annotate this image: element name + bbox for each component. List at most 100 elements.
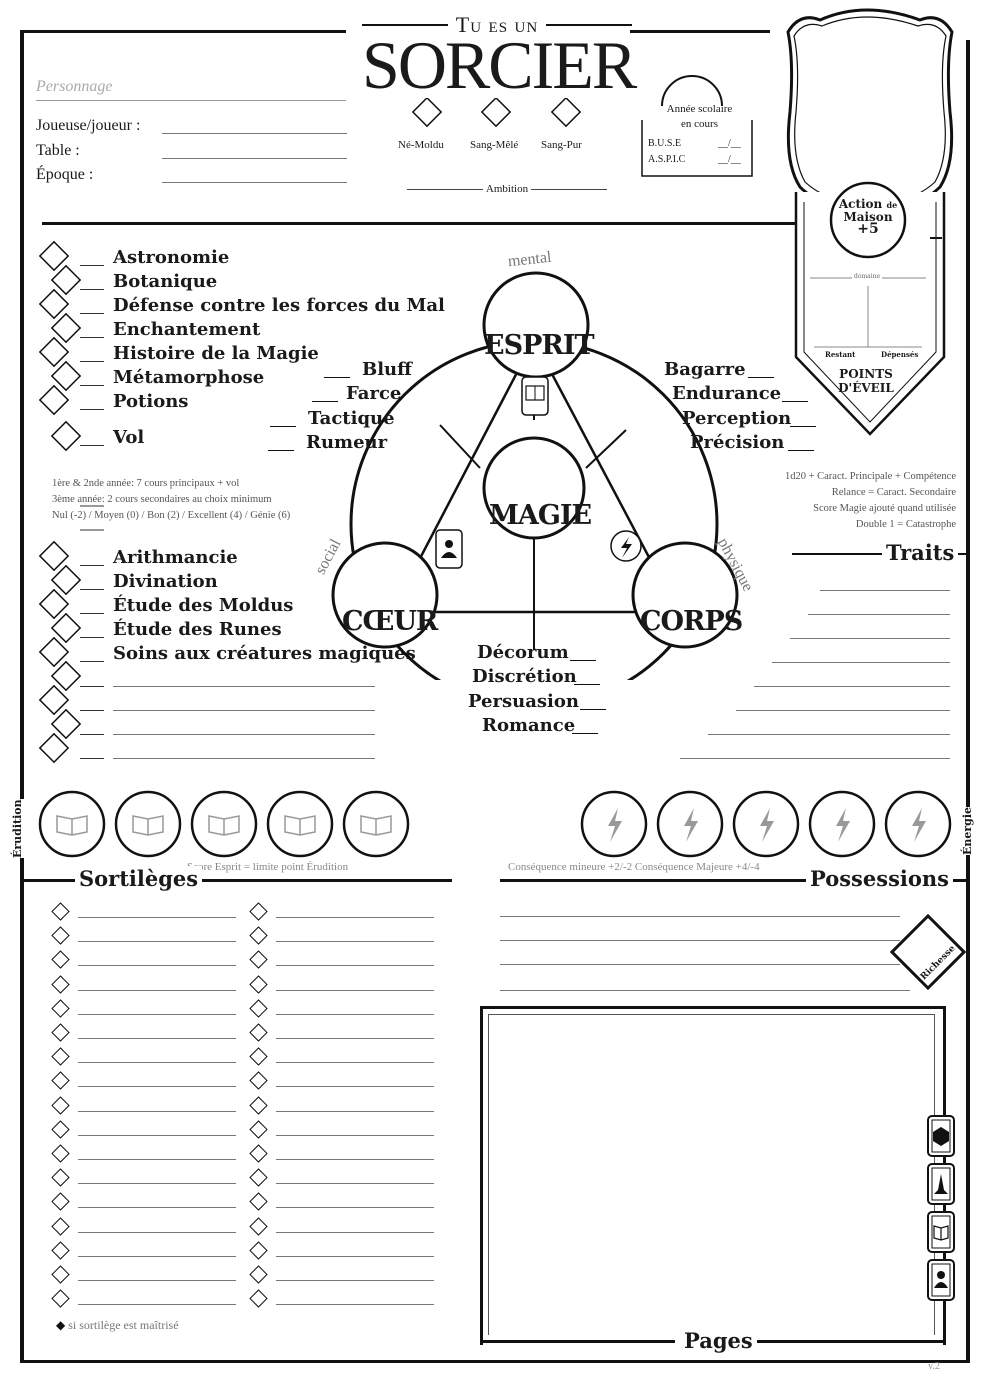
spell-checkbox-0-3[interactable] — [51, 974, 70, 994]
trait-line-2[interactable] — [790, 638, 950, 639]
trait-line-7[interactable] — [680, 758, 950, 759]
skills-corps-blank-2[interactable] — [790, 426, 816, 427]
personnage-placeholder[interactable]: Personnage — [36, 78, 112, 96]
spell-checkbox-0-7[interactable] — [51, 1071, 70, 1091]
spell-checkbox-0-4[interactable] — [51, 999, 70, 1018]
spell-line-0-7[interactable] — [78, 1086, 236, 1088]
course-grade-blank-14[interactable] — [80, 710, 104, 711]
spell-line-1-15[interactable] — [276, 1280, 434, 1281]
spell-checkbox-1-11[interactable] — [249, 1168, 268, 1187]
house-action[interactable]: Action de Maison +5 — [836, 198, 900, 236]
spell-line-0-0[interactable] — [78, 917, 236, 918]
spell-line-0-15[interactable] — [78, 1280, 236, 1281]
skills-corps-blank-1[interactable] — [782, 401, 808, 402]
course-grade-blank-4[interactable] — [80, 361, 104, 362]
trait-line-6[interactable] — [708, 734, 950, 735]
spell-line-1-14[interactable] — [276, 1255, 434, 1257]
course-extra-line-3[interactable] — [113, 758, 375, 759]
course-grade-blank-8[interactable] — [80, 565, 104, 566]
spell-line-1-10[interactable] — [276, 1159, 434, 1160]
blood-nemoldu[interactable]: Né-Moldu — [398, 139, 444, 151]
spell-line-1-13[interactable] — [276, 1231, 434, 1233]
spell-line-1-11[interactable] — [276, 1183, 434, 1185]
skills-corps-blank-0[interactable] — [748, 377, 774, 378]
skills-coeur-blank-2[interactable] — [580, 709, 606, 710]
possession-line-3[interactable] — [500, 990, 910, 991]
course-grade-blank-15[interactable] — [80, 734, 104, 735]
spell-checkbox-1-6[interactable] — [249, 1047, 268, 1066]
spell-checkbox-0-10[interactable] — [51, 1144, 70, 1163]
trait-line-4[interactable] — [754, 686, 950, 687]
attr-coeur[interactable]: CŒUR — [342, 606, 438, 637]
course-grade-blank-5[interactable] — [80, 385, 104, 386]
spell-checkbox-0-15[interactable] — [51, 1265, 70, 1284]
spell-line-1-2[interactable] — [276, 965, 434, 967]
spell-checkbox-0-14[interactable] — [51, 1241, 70, 1260]
course-extra-line-1[interactable] — [113, 710, 375, 711]
course-grade-blank-6[interactable] — [80, 409, 104, 410]
spell-line-0-13[interactable] — [78, 1231, 236, 1233]
skills-corps-blank-3[interactable] — [788, 450, 814, 451]
spell-line-0-5[interactable] — [78, 1038, 236, 1039]
spell-line-0-10[interactable] — [78, 1159, 236, 1160]
course-grade-blank-1[interactable] — [80, 289, 104, 290]
spell-checkbox-1-16[interactable] — [249, 1289, 268, 1308]
skills-coeur-blank-3[interactable] — [572, 733, 598, 734]
blood-sangpur[interactable]: Sang-Pur — [541, 139, 582, 151]
skills-esprit-blank-0[interactable] — [324, 377, 350, 378]
spell-checkbox-0-5[interactable] — [51, 1023, 70, 1042]
spell-line-0-6[interactable] — [78, 1062, 236, 1064]
spell-checkbox-0-9[interactable] — [51, 1120, 70, 1139]
spell-line-1-1[interactable] — [276, 941, 434, 943]
trait-line-1[interactable] — [808, 614, 950, 615]
spell-checkbox-0-12[interactable] — [51, 1192, 70, 1212]
spell-line-1-8[interactable] — [276, 1110, 434, 1112]
course-grade-blank-9[interactable] — [80, 589, 104, 590]
spell-line-1-4[interactable] — [276, 1013, 434, 1015]
spell-line-0-16[interactable] — [78, 1304, 236, 1306]
spell-checkbox-1-5[interactable] — [249, 1023, 268, 1042]
skills-coeur-blank-0[interactable] — [570, 660, 596, 661]
course-grade-blank-11[interactable] — [80, 637, 104, 638]
spell-checkbox-1-1[interactable] — [249, 926, 268, 945]
spell-line-0-8[interactable] — [78, 1110, 236, 1112]
spell-checkbox-0-13[interactable] — [51, 1216, 70, 1236]
skills-esprit-blank-2[interactable] — [270, 426, 296, 427]
trait-line-0[interactable] — [820, 590, 950, 591]
spell-line-1-6[interactable] — [276, 1062, 434, 1064]
spell-line-1-3[interactable] — [276, 989, 434, 991]
spell-checkbox-0-11[interactable] — [51, 1168, 70, 1187]
spell-line-0-4[interactable] — [78, 1013, 236, 1015]
spell-line-0-3[interactable] — [78, 989, 236, 991]
spell-checkbox-1-13[interactable] — [249, 1216, 268, 1236]
spell-checkbox-0-8[interactable] — [51, 1095, 70, 1115]
spell-line-1-9[interactable] — [276, 1134, 434, 1136]
spell-line-0-11[interactable] — [78, 1183, 236, 1185]
skills-coeur-blank-1[interactable] — [574, 684, 600, 685]
spell-checkbox-0-16[interactable] — [51, 1289, 70, 1308]
course-extra-line-0[interactable] — [113, 686, 375, 687]
course-grade-blank-13[interactable] — [80, 686, 104, 687]
spell-checkbox-1-15[interactable] — [249, 1265, 268, 1284]
attr-corps[interactable]: CORPS — [640, 606, 743, 637]
field-player-input[interactable] — [162, 133, 347, 134]
spell-checkbox-1-10[interactable] — [249, 1144, 268, 1163]
spell-checkbox-1-7[interactable] — [249, 1071, 268, 1091]
spell-line-0-12[interactable] — [78, 1207, 236, 1209]
course-grade-blank-12[interactable] — [80, 661, 104, 662]
trait-line-3[interactable] — [772, 662, 950, 663]
spell-checkbox-1-8[interactable] — [249, 1095, 268, 1115]
spell-checkbox-1-9[interactable] — [249, 1120, 268, 1139]
spell-checkbox-1-12[interactable] — [249, 1192, 268, 1212]
possession-line-2[interactable] — [500, 964, 900, 965]
spell-line-0-9[interactable] — [78, 1134, 236, 1136]
spell-checkbox-1-0[interactable] — [249, 902, 268, 921]
course-grade-blank-2[interactable] — [80, 313, 104, 314]
spell-checkbox-1-2[interactable] — [249, 950, 268, 970]
spell-checkbox-1-3[interactable] — [249, 974, 268, 994]
spell-checkbox-1-14[interactable] — [249, 1241, 268, 1260]
spell-checkbox-0-1[interactable] — [51, 926, 70, 945]
buse-slot[interactable]: __/__ — [718, 138, 741, 149]
spell-line-1-16[interactable] — [276, 1304, 434, 1306]
spell-checkbox-0-6[interactable] — [51, 1047, 70, 1066]
